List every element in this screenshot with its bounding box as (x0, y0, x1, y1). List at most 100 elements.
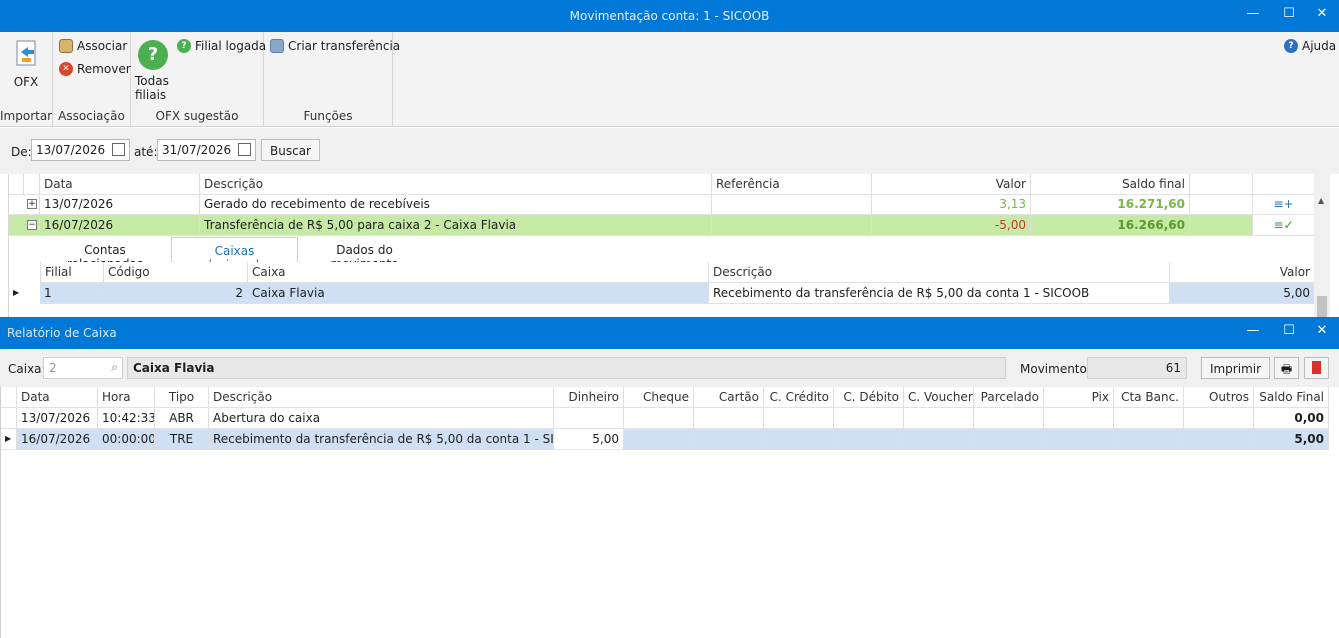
caixa-bar: Caixa: 2 ⌕ Caixa Flavia Movimento: 61 Im… (0, 349, 1339, 387)
ajuda-button[interactable]: ? Ajuda (1284, 39, 1336, 53)
group-label-associacao: Associação (58, 109, 125, 123)
close-button[interactable]: ✕ (1305, 317, 1339, 347)
row-pointer-icon (1, 408, 17, 429)
cell-data: 16/07/2026 (17, 429, 98, 450)
maximize-button[interactable]: ☐ (1272, 317, 1306, 347)
cell-pix (1044, 408, 1114, 429)
calendar-icon[interactable] (112, 143, 125, 156)
vertical-scrollbar[interactable]: ▲ (1314, 174, 1330, 317)
expand-icon[interactable]: + (27, 199, 37, 209)
movimento-field: 61 (1087, 357, 1187, 379)
col-outros[interactable]: Outros (1184, 387, 1254, 408)
row-filial: 1 (40, 283, 104, 304)
col-data[interactable]: Data (17, 387, 98, 408)
table-row[interactable]: ▶ 16/07/2026 00:00:00 TRE Recebimento da tra… (1, 429, 1329, 450)
de-date-input[interactable]: 13/07/2026 (31, 139, 130, 161)
row-detail-valor: 5,00 (1170, 283, 1315, 304)
col-valor[interactable]: Valor (872, 174, 1031, 195)
remover-button[interactable]: ✕ Remover (59, 62, 131, 76)
tab-contas-relacionadas[interactable]: Contas relacionadas (39, 237, 171, 271)
close-button[interactable]: ✕ (1305, 0, 1339, 30)
row-referencia (712, 215, 872, 236)
col-cta-banc[interactable]: Cta Banc. (1114, 387, 1184, 408)
remove-icon: ✕ (59, 62, 73, 76)
col-hora[interactable]: Hora (98, 387, 155, 408)
table-row[interactable]: + 13/07/2026 Gerado do recebimento de re… (9, 194, 1315, 215)
caixa-code-input[interactable]: 2 ⌕ (43, 357, 123, 379)
cell-outros (1184, 408, 1254, 429)
col-referencia[interactable]: Referência (712, 174, 872, 195)
col-dinheiro[interactable]: Dinheiro (554, 387, 624, 408)
bookmark-icon[interactable] (1304, 357, 1329, 379)
col-cheque[interactable]: Cheque (624, 387, 694, 408)
col-descricao[interactable]: Descrição (209, 387, 554, 408)
group-importar: OFX Importar (0, 32, 53, 127)
col-c-voucher[interactable]: C. Voucher (904, 387, 974, 408)
cell-c-debito (834, 408, 904, 429)
printer-icon[interactable]: 🖶 (1274, 357, 1299, 379)
scroll-up-icon[interactable]: ▲ (1318, 196, 1324, 205)
col-parcelado[interactable]: Parcelado (974, 387, 1044, 408)
group-associacao: Associar ✕ Remover Associação (53, 32, 131, 127)
col-descricao[interactable]: Descrição (200, 174, 712, 195)
todas-label-1: Todas (135, 74, 169, 88)
associar-label: Associar (77, 39, 128, 53)
associar-button[interactable]: Associar (59, 39, 127, 53)
cell-descricao: Abertura do caixa (209, 408, 554, 429)
table-row[interactable]: 13/07/2026 10:42:33 ABR Abertura do caixa 0,… (1, 408, 1329, 429)
col-filial[interactable]: Filial (40, 262, 104, 283)
todas-filiais-button[interactable]: ? Todas filiais (135, 40, 175, 102)
header-spacer (1, 387, 17, 408)
calendar-icon[interactable] (238, 143, 251, 156)
table-row[interactable]: ▶ 1 2 Caixa Flavia Recebimento da transf… (9, 283, 1315, 304)
group-funcoes: Criar transferência Funções (264, 32, 400, 127)
col-saldo[interactable]: Saldo final (1031, 174, 1190, 195)
col-pix[interactable]: Pix (1044, 387, 1114, 408)
row-valor: -5,00 (872, 215, 1031, 236)
minimize-button[interactable]: — (1236, 0, 1270, 30)
table-row[interactable]: − 16/07/2026 Transferência de R$ 5,00 pa… (9, 215, 1315, 236)
col-saldo-final[interactable]: Saldo Final (1254, 387, 1329, 408)
cell-dinheiro: 5,00 (554, 429, 624, 450)
col-data[interactable]: Data (40, 174, 200, 195)
ate-date-input[interactable]: 31/07/2026 (157, 139, 256, 161)
cell-hora: 00:00:00 (98, 429, 155, 450)
col-tipo[interactable]: Tipo (155, 387, 209, 408)
scroll-thumb[interactable] (1317, 296, 1327, 317)
cell-c-debito (834, 429, 904, 450)
col-c-credito[interactable]: C. Crédito (764, 387, 834, 408)
cell-c-voucher (904, 429, 974, 450)
add-list-icon[interactable]: ≡+ (1253, 194, 1315, 215)
filial-logada-button[interactable]: ? Filial logada (177, 39, 266, 53)
col-detail-valor[interactable]: Valor (1170, 262, 1315, 283)
relatorio-caixa-window: Relatório de Caixa — ☐ ✕ Caixa: 2 ⌕ Caix… (0, 317, 1339, 638)
maximize-button[interactable]: ☐ (1272, 0, 1306, 30)
filial-logada-label: Filial logada (195, 39, 267, 53)
check-list-icon[interactable]: ≡✓ (1253, 215, 1315, 236)
tab-caixas-relacionados[interactable]: Caixas relacionados (171, 237, 298, 272)
col-cartao[interactable]: Cartão (694, 387, 764, 408)
search-icon[interactable]: ⌕ (111, 360, 118, 375)
row-data: 13/07/2026 (40, 194, 200, 215)
cell-c-voucher (904, 408, 974, 429)
ofx-label: OFX (13, 75, 39, 89)
movimento-label: Movimento: (1020, 362, 1091, 376)
movimentos-header: Data Descrição Referência Valor Saldo fi… (9, 174, 1315, 195)
row-valor: 3,13 (872, 194, 1031, 215)
col-c-debito[interactable]: C. Débito (834, 387, 904, 408)
associate-icon (59, 39, 73, 53)
cell-saldo-final: 5,00 (1254, 429, 1329, 450)
buscar-button[interactable]: Buscar (261, 139, 320, 161)
col-detail-descricao[interactable]: Descrição (709, 262, 1170, 283)
col-codigo[interactable]: Código (104, 262, 248, 283)
criar-transferencia-button[interactable]: Criar transferência (270, 39, 400, 53)
imprimir-button[interactable]: Imprimir (1201, 357, 1270, 379)
tab-dados-do-movimento[interactable]: Dados do movimento (298, 237, 431, 271)
todas-label-2: filiais (135, 88, 167, 102)
de-date-value: 13/07/2026 (36, 143, 106, 157)
minimize-button[interactable]: — (1236, 317, 1270, 347)
collapse-icon[interactable]: − (27, 220, 37, 230)
ofx-button[interactable]: OFX (8, 38, 44, 89)
row-saldo: 16.266,60 (1031, 215, 1190, 236)
col-caixa[interactable]: Caixa (248, 262, 709, 283)
